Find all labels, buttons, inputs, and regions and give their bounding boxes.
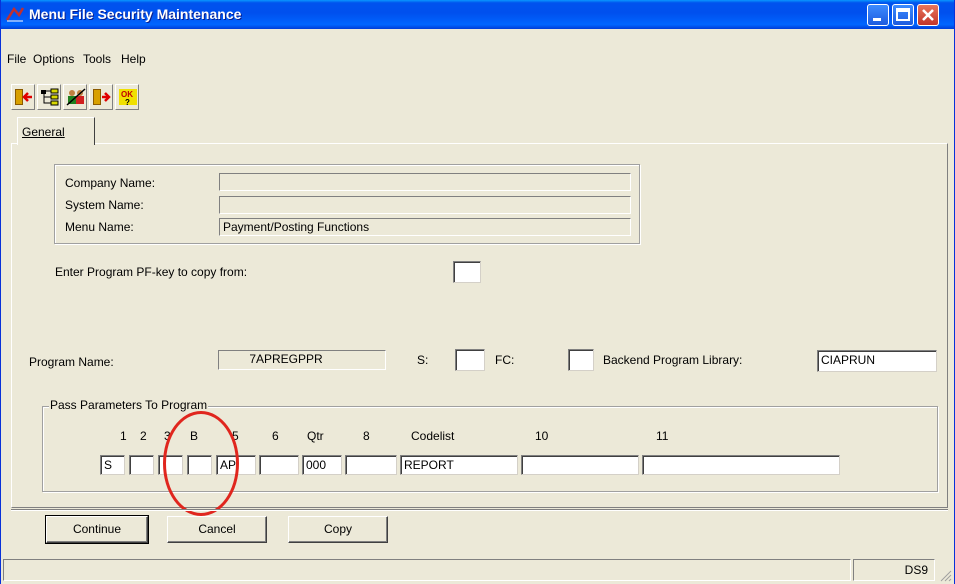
- toolbar: OK ?: [1, 82, 954, 112]
- maximize-icon: [896, 8, 910, 21]
- param-3-input[interactable]: [158, 455, 183, 475]
- security-people-icon: [66, 88, 86, 106]
- app-window: Menu File Security Maintenance File Opti…: [0, 0, 955, 584]
- window-title: Menu File Security Maintenance: [29, 6, 242, 22]
- maximize-button[interactable]: [892, 4, 914, 26]
- param-11-header: 11: [656, 429, 669, 443]
- menu-bar: File Options Tools Help: [1, 49, 954, 71]
- fc-label: FC:: [495, 353, 515, 367]
- backend-library-input[interactable]: CIAPRUN: [817, 350, 937, 372]
- status-bar: DS9: [1, 557, 954, 584]
- door-arrow-icon: [93, 89, 111, 105]
- minimize-icon: [873, 18, 881, 21]
- s-input[interactable]: [455, 349, 485, 371]
- fc-input[interactable]: [568, 349, 594, 371]
- copy-button[interactable]: Copy: [288, 516, 388, 543]
- backend-library-label: Backend Program Library:: [603, 353, 743, 367]
- program-name-label: Program Name:: [29, 355, 114, 369]
- param-8-header: 8: [363, 429, 370, 443]
- company-name-field: [219, 173, 631, 191]
- exit-door-icon: [15, 89, 32, 105]
- program-name-value: APREGPPR: [256, 352, 323, 366]
- resize-grip-icon[interactable]: [938, 568, 952, 582]
- app-icon: [5, 6, 25, 22]
- tab-general[interactable]: General: [17, 117, 95, 145]
- title-bar[interactable]: Menu File Security Maintenance: [1, 0, 954, 29]
- param-qtr-input[interactable]: 000: [302, 455, 342, 475]
- system-name-field: [219, 196, 631, 214]
- company-name-label: Company Name:: [65, 176, 156, 190]
- close-button[interactable]: [917, 4, 939, 26]
- param-codelist-header: Codelist: [411, 429, 455, 443]
- menu-name-label: Menu Name:: [65, 220, 134, 234]
- program-pf-key: 7: [249, 352, 256, 366]
- tree-structure-icon: [41, 88, 59, 106]
- minimize-button[interactable]: [867, 4, 889, 26]
- s-label: S:: [417, 353, 429, 367]
- param-1-input[interactable]: S: [100, 455, 125, 475]
- param-3-header: 3: [164, 429, 171, 443]
- door-button[interactable]: [89, 84, 113, 110]
- menu-name-field: Payment/Posting Functions: [219, 218, 631, 236]
- svg-text:?: ?: [125, 98, 130, 106]
- param-5-header: 5: [232, 429, 239, 443]
- pass-parameters-legend: Pass Parameters To Program: [49, 398, 209, 412]
- param-1-header: 1: [120, 429, 127, 443]
- security-button[interactable]: [63, 84, 87, 110]
- status-main-pane: [3, 559, 851, 581]
- bottom-divider: [11, 509, 948, 511]
- param-5-input[interactable]: AP: [216, 455, 256, 475]
- menu-help[interactable]: Help: [119, 51, 148, 67]
- exit-button[interactable]: [11, 84, 35, 110]
- menu-file[interactable]: File: [5, 51, 28, 67]
- ok-question-icon: OK ?: [119, 89, 137, 106]
- status-ds-pane: DS9: [853, 559, 935, 581]
- param-10-input[interactable]: [521, 455, 639, 475]
- param-11-input[interactable]: [642, 455, 840, 475]
- param-qtr-header: Qtr: [307, 429, 324, 443]
- param-2-header: 2: [140, 429, 147, 443]
- structure-button[interactable]: [37, 84, 61, 110]
- ok-button[interactable]: OK ?: [115, 84, 139, 110]
- param-6-header: 6: [272, 429, 279, 443]
- menu-tools[interactable]: Tools: [81, 51, 113, 67]
- menu-options[interactable]: Options: [31, 51, 76, 67]
- tab-general-label: General: [22, 125, 65, 139]
- close-icon: [922, 9, 934, 21]
- program-name-field: 7APREGPPR: [218, 350, 386, 370]
- continue-button[interactable]: Continue: [45, 515, 149, 544]
- copy-from-input[interactable]: [453, 261, 481, 283]
- cancel-button[interactable]: Cancel: [167, 516, 267, 543]
- param-b-header: B: [190, 429, 199, 443]
- copy-from-label: Enter Program PF-key to copy from:: [55, 265, 248, 279]
- system-name-label: System Name:: [65, 198, 144, 212]
- param-10-header: 10: [535, 429, 549, 443]
- param-codelist-input[interactable]: REPORT: [400, 455, 518, 475]
- param-8-input[interactable]: [345, 455, 397, 475]
- param-2-input[interactable]: [129, 455, 154, 475]
- param-b-input[interactable]: [187, 455, 212, 475]
- pass-parameters-group: [42, 406, 938, 492]
- param-6-input[interactable]: [259, 455, 299, 475]
